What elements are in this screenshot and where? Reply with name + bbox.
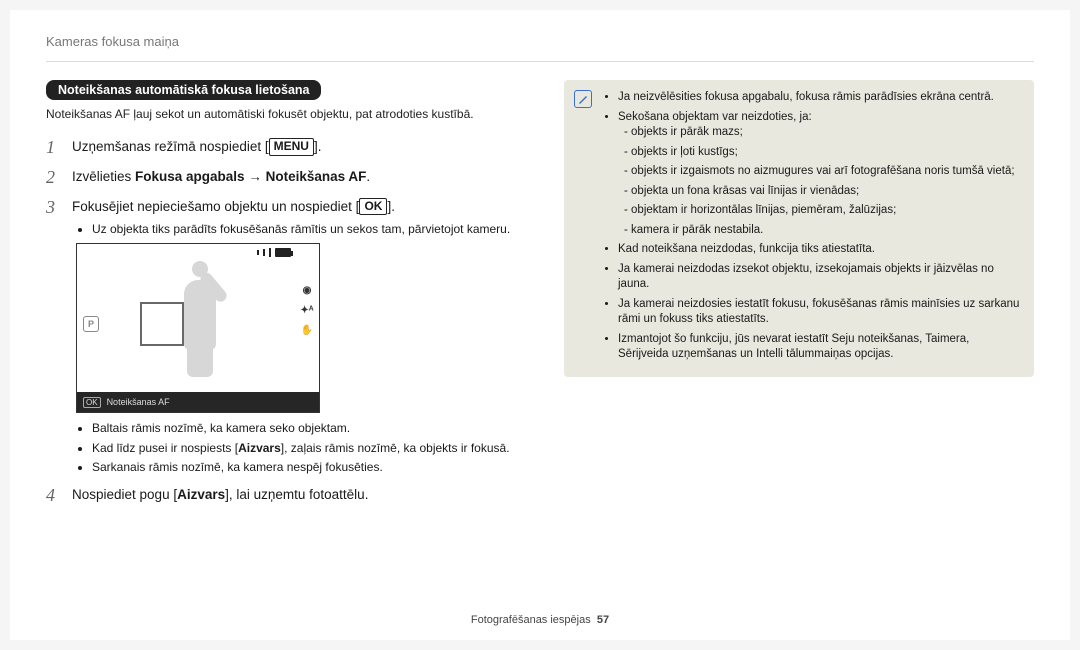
page-number: 57: [597, 614, 609, 626]
bold-text: Fokusa apgabals: [135, 169, 245, 184]
menu-button-label: MENU: [269, 138, 314, 156]
footer-section: Fotografēšanas iespējas: [471, 614, 591, 626]
step-text: Nospiediet pogu [Aizvars], lai uzņemtu f…: [72, 486, 368, 504]
list-item: Sekošana objektam var neizdoties, ja: ob…: [618, 110, 1022, 239]
signal-bar-icon: [263, 249, 265, 256]
after-screen-bullets: Baltais rāmis nozīmē, ka kamera seko obj…: [46, 421, 526, 476]
camera-icon: ◉: [303, 286, 312, 296]
focus-frame: [140, 302, 184, 346]
list-item: objekta un fona krāsas vai līnijas ir vi…: [624, 184, 1022, 200]
text: →: [245, 169, 266, 184]
camera-main: [105, 244, 295, 412]
camera-top-indicators: [257, 248, 291, 257]
step-text: Fokusējiet nepieciešamo objektu un nospi…: [72, 198, 395, 216]
mode-icon: P: [83, 316, 99, 332]
list-item: Kad līdz pusei ir nospiests [Aizvars], z…: [92, 441, 526, 457]
list-item: objekts ir pārāk mazs;: [624, 125, 1022, 141]
list-item: Ja kamerai neizdodas izsekot objektu, iz…: [618, 262, 1022, 293]
content-columns: Noteikšanas automātiskā fokusa lietošana…: [46, 80, 1034, 516]
battery-icon: [275, 248, 291, 257]
step-2: 2 Izvēlieties Fokusa apgabals → Noteikša…: [46, 168, 526, 188]
step-no: 3: [46, 198, 62, 218]
note-box: Ja neizvēlēsities fokusa apgabalu, fokus…: [564, 80, 1034, 377]
page-footer: Fotografēšanas iespējas 57: [10, 614, 1070, 626]
pencil-icon: [578, 94, 588, 104]
text: ], lai uzņemtu fotoattēlu.: [225, 487, 368, 502]
signal-bar-icon: [269, 248, 271, 257]
text: ].: [387, 199, 395, 214]
list-item: Sarkanais rāmis nozīmē, ka kamera nespēj…: [92, 460, 526, 476]
step-text: Uzņemšanas režīmā nospiediet [MENU].: [72, 138, 321, 156]
camera-status-text: Noteikšanas AF: [107, 397, 170, 407]
divider: [46, 61, 1034, 62]
camera-status-bar: OK Noteikšanas AF: [77, 392, 319, 412]
list-item: Uz objekta tiks parādīts fokusēšanās rām…: [92, 222, 526, 238]
text: Kad līdz pusei ir nospiests [: [92, 441, 238, 455]
bold-text: Noteikšanas AF: [266, 169, 367, 184]
text: .: [366, 169, 370, 184]
list-item: objekts ir ļoti kustīgs;: [624, 145, 1022, 161]
list-item: Ja kamerai neizdosies iestatīt fokusu, f…: [618, 297, 1022, 328]
text: Uzņemšanas režīmā nospiediet [: [72, 139, 269, 154]
step-no: 1: [46, 138, 62, 158]
signal-bar-icon: [257, 250, 259, 255]
note-icon: [574, 90, 592, 108]
list-item: Baltais rāmis nozīmē, ka kamera seko obj…: [92, 421, 526, 437]
list-item: objekts ir izgaismots no aizmugures vai …: [624, 164, 1022, 180]
list-item: Kad noteikšana neizdodas, funkcija tiks …: [618, 242, 1022, 258]
camera-icon: ✋: [301, 326, 313, 336]
subject-silhouette: [180, 261, 220, 381]
note-sublist: objekts ir pārāk mazs; objekts ir ļoti k…: [618, 125, 1022, 238]
document-page: Kameras fokusa maiņa Noteikšanas automāt…: [10, 10, 1070, 640]
text: Fokusējiet nepieciešamo objektu un nospi…: [72, 199, 359, 214]
list-item: kamera ir pārāk nestabila.: [624, 223, 1022, 239]
running-header: Kameras fokusa maiņa: [46, 34, 1034, 49]
text: ].: [314, 139, 322, 154]
step-no: 4: [46, 486, 62, 506]
list-item: objektam ir horizontālas līnijas, piemēr…: [624, 203, 1022, 219]
text: Nospiediet pogu [: [72, 487, 177, 502]
text: Sekošana objektam var neizdoties, ja:: [618, 111, 812, 123]
camera-left-bar: P: [77, 244, 105, 412]
column-left: Noteikšanas automātiskā fokusa lietošana…: [46, 80, 526, 516]
section-badge: Noteikšanas automātiskā fokusa lietošana: [46, 80, 321, 100]
ok-icon: OK: [83, 397, 101, 408]
note-list: Ja neizvēlēsities fokusa apgabalu, fokus…: [604, 90, 1022, 363]
text: ], zaļais rāmis nozīmē, ka objekts ir fo…: [281, 441, 510, 455]
camera-right-icons: ◉ ✦ᴬ ✋: [295, 244, 319, 412]
text: Izvēlieties: [72, 169, 135, 184]
camera-screen-illustration: P: [46, 243, 526, 413]
step-3: 3 Fokusējiet nepieciešamo objektu un nos…: [46, 198, 526, 218]
step-3-bullets: Uz objekta tiks parādīts fokusēšanās rām…: [46, 222, 526, 238]
step-text: Izvēlieties Fokusa apgabals → Noteikšana…: [72, 168, 370, 186]
ok-button-label: OK: [359, 198, 387, 216]
bold-text: Aizvars: [177, 487, 225, 502]
step-1: 1 Uzņemšanas režīmā nospiediet [MENU].: [46, 138, 526, 158]
camera-icon: ✦ᴬ: [300, 306, 313, 316]
camera-screen: P: [76, 243, 320, 413]
section-intro: Noteikšanas AF ļauj sekot un automātiski…: [46, 106, 526, 122]
list-item: Ja neizvēlēsities fokusa apgabalu, fokus…: [618, 90, 1022, 106]
bold-text: Aizvars: [238, 441, 281, 455]
list-item: Izmantojot šo funkciju, jūs nevarat iest…: [618, 332, 1022, 363]
column-right: Ja neizvēlēsities fokusa apgabalu, fokus…: [564, 80, 1034, 516]
step-4: 4 Nospiediet pogu [Aizvars], lai uzņemtu…: [46, 486, 526, 506]
step-no: 2: [46, 168, 62, 188]
